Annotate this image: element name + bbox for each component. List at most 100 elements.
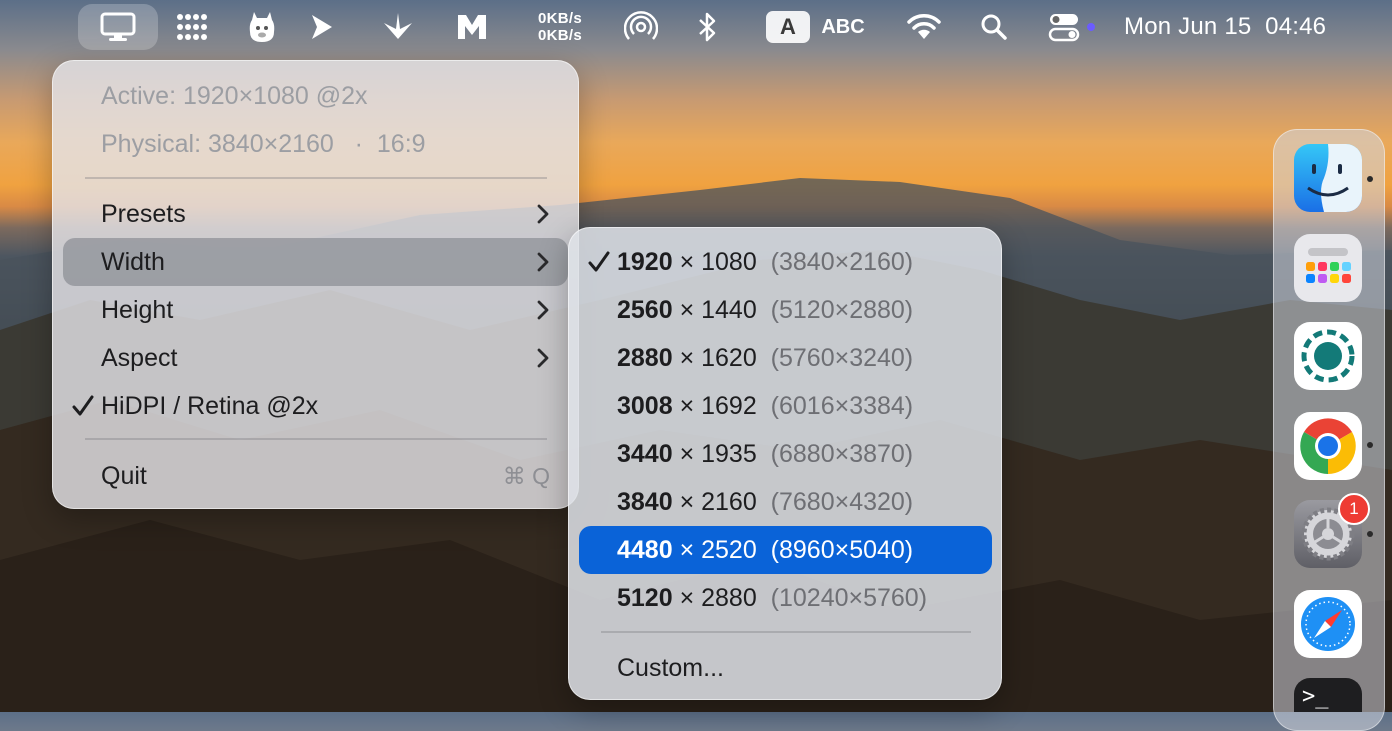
- height-value: × 1620: [679, 343, 757, 372]
- width-value: 3840: [617, 487, 673, 516]
- running-indicator: [1367, 176, 1373, 182]
- width-option[interactable]: 1920 × 1080 (3840×2160): [579, 238, 992, 286]
- wifi-button[interactable]: [902, 0, 946, 54]
- chevron-right-icon: [537, 204, 549, 224]
- control-center-icon: [1048, 14, 1095, 42]
- width-submenu: 1920 × 1080 (3840×2160) 2560 × 1440 (512…: [568, 227, 1002, 700]
- airdrop-button[interactable]: [620, 0, 662, 54]
- launchpad-dots-button[interactable]: [170, 0, 214, 54]
- airdrop-icon: [624, 11, 658, 40]
- menu-item-label: Aspect: [101, 343, 178, 372]
- height-value: × 1080: [679, 247, 757, 276]
- safari-icon: [1301, 597, 1355, 651]
- search-icon: [981, 14, 1007, 40]
- butterfly-button[interactable]: [376, 0, 420, 54]
- m-logo-button[interactable]: [452, 0, 492, 54]
- screen-record-icon: [1301, 329, 1355, 383]
- physical-value: (6016×3384): [770, 391, 914, 420]
- dock-app-launchpad[interactable]: [1294, 234, 1362, 302]
- network-speed[interactable]: 0KB/s 0KB/s: [528, 0, 592, 54]
- notification-badge: 1: [1338, 493, 1370, 525]
- wifi-icon: [907, 14, 941, 39]
- launchpad-icon: [1306, 248, 1351, 283]
- menu-item-label: Width: [101, 247, 165, 276]
- upload-speed: 0KB/s: [537, 10, 583, 27]
- alpaca-icon: [249, 12, 275, 42]
- width-option-selected[interactable]: 4480 × 2520 (8960×5040): [579, 526, 992, 574]
- dock-app-safari[interactable]: [1294, 590, 1362, 658]
- width-option[interactable]: 2880 × 1620 (5760×3240): [579, 334, 992, 382]
- control-center-button[interactable]: [1046, 0, 1098, 54]
- width-option[interactable]: 3440 × 1935 (6880×3870): [579, 430, 992, 478]
- checkmark-icon: [72, 395, 94, 416]
- running-indicator: [1367, 442, 1373, 448]
- dock-app-finder[interactable]: [1294, 144, 1362, 212]
- physical-value: (8960×5040): [770, 535, 914, 564]
- physical-separator: ·: [354, 129, 363, 158]
- input-source-badge[interactable]: A: [766, 11, 810, 43]
- height-value: × 1935: [679, 439, 757, 468]
- custom-width-option[interactable]: Custom...: [579, 644, 992, 692]
- width-value: 3008: [617, 391, 673, 420]
- dock-app-terminal[interactable]: >_: [1294, 678, 1362, 712]
- dock-app-chrome[interactable]: [1294, 412, 1362, 480]
- menu-item-presets[interactable]: Presets: [63, 190, 568, 238]
- physical-value: (7680×4320): [770, 487, 914, 516]
- height-value: × 1692: [679, 391, 757, 420]
- width-option[interactable]: 5120 × 2880 (10240×5760): [579, 574, 992, 622]
- physical-resolution-label: Physical: 3840×2160: [101, 129, 334, 158]
- alpaca-button[interactable]: [242, 0, 282, 54]
- height-value: × 2520: [679, 535, 757, 564]
- width-option[interactable]: 2560 × 1440 (5120×2880): [579, 286, 992, 334]
- menu-item-label: Presets: [101, 199, 186, 228]
- active-resolution-info: Active: 1920×1080 @2x: [63, 72, 568, 120]
- menu-item-label: HiDPI / Retina @2x: [101, 391, 319, 420]
- menu-item-width[interactable]: Width: [63, 238, 568, 286]
- aspect-ratio-label: 16:9: [376, 129, 426, 158]
- width-value: 2880: [617, 343, 673, 372]
- menu-item-height[interactable]: Height: [63, 286, 568, 334]
- custom-label: Custom...: [617, 653, 724, 682]
- menu-item-label: Quit: [101, 461, 147, 490]
- menu-item-quit[interactable]: Quit ⌘ Q: [63, 452, 568, 500]
- menu-item-aspect[interactable]: Aspect: [63, 334, 568, 382]
- spotlight-button[interactable]: [976, 0, 1012, 54]
- physical-value: (3840×2160): [770, 247, 914, 276]
- display-menu-extra[interactable]: [78, 4, 158, 50]
- physical-value: (5760×3240): [770, 343, 914, 372]
- menu-clock[interactable]: Mon Jun 15 04:46: [1124, 0, 1360, 54]
- prompt-arrow-icon: [312, 15, 332, 39]
- width-value: 3440: [617, 439, 673, 468]
- menu-item-label: Height: [101, 295, 174, 324]
- checkmark-icon: [588, 251, 610, 272]
- input-source-name[interactable]: ABC: [818, 0, 868, 54]
- butterfly-icon: [384, 13, 412, 39]
- chrome-icon: [1300, 418, 1356, 474]
- chevron-right-icon: [537, 252, 549, 272]
- width-value: 5120: [617, 583, 673, 612]
- menu-bar: 0KB/s 0KB/s A ABC Mon Jun 15 04:46: [0, 0, 1392, 54]
- display-icon: [100, 12, 136, 41]
- height-value: × 1440: [679, 295, 757, 324]
- menu-separator: [601, 631, 971, 633]
- terminal-icon: >_: [1302, 684, 1329, 709]
- finder-icon: [1307, 144, 1362, 212]
- download-speed: 0KB/s: [537, 27, 583, 44]
- width-option[interactable]: 3008 × 1692 (6016×3384): [579, 382, 992, 430]
- menu-item-hidpi[interactable]: HiDPI / Retina @2x: [63, 382, 568, 430]
- prompt-button[interactable]: [302, 0, 342, 54]
- width-value: 1920: [617, 247, 673, 276]
- menu-separator: [85, 438, 547, 440]
- dock-app-screen-recorder[interactable]: [1294, 322, 1362, 390]
- height-value: × 2160: [679, 487, 757, 516]
- quit-shortcut: ⌘ Q: [502, 462, 550, 489]
- menu-separator: [85, 177, 547, 179]
- display-menu: Active: 1920×1080 @2x Physical: 3840×216…: [52, 60, 579, 509]
- physical-resolution-info: Physical: 3840×2160 · 16:9: [63, 120, 568, 168]
- width-option[interactable]: 3840 × 2160 (7680×4320): [579, 478, 992, 526]
- bluetooth-button[interactable]: [690, 0, 726, 54]
- width-value: 2560: [617, 295, 673, 324]
- width-value: 4480: [617, 535, 673, 564]
- active-resolution-label: Active: 1920×1080 @2x: [101, 81, 368, 110]
- running-indicator: [1367, 531, 1373, 537]
